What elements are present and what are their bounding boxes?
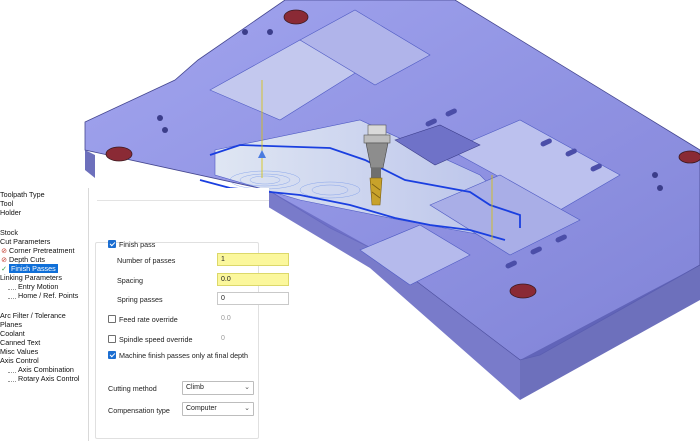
tree-item[interactable]: ⊘ Corner Pretreatment [0,246,75,255]
tree-item-label: Planes [0,320,22,329]
cutting-method-select[interactable]: Climb ⌄ [182,381,254,395]
tree-item-label: Tool [0,199,14,208]
spindle-speed-override-field: 0 [221,335,225,342]
tree-item[interactable]: Axis Control [0,356,39,365]
tree-item-label: Finish Passes [9,264,58,273]
tree-item-label: Depth Cuts [9,255,45,264]
tree-item[interactable]: Home / Ref. Points [6,291,78,300]
tree-item-label: Arc Filter / Tolerance [0,311,66,320]
tree-item-label: Cut Parameters [0,237,51,246]
tree-item-label: Misc Values [0,347,39,356]
tree-item-label: Corner Pretreatment [9,246,75,255]
feed-rate-override-label: Feed rate override [119,315,178,324]
final-depth-checkbox[interactable] [108,351,116,359]
tree-item-label: Coolant [0,329,25,338]
tree-item[interactable]: Arc Filter / Tolerance [0,311,66,320]
finish-pass-checkbox[interactable] [108,240,116,248]
tree-item[interactable]: Misc Values [0,347,38,356]
finish-passes-panel: Finish pass Number of passes 1 Spacing 0… [88,188,289,441]
spacing-field[interactable]: 0.0 [217,273,289,286]
compensation-type-select[interactable]: Computer ⌄ [182,402,254,416]
spindle-speed-override-label: Spindle speed override [119,335,193,344]
finish-pass-label: Finish pass [119,240,156,249]
tree-item[interactable]: Holder [0,208,21,217]
tree-item[interactable]: Tool [0,199,13,208]
tree-item-label: Stock [0,228,18,237]
tree-item-label: Canned Text [0,338,41,347]
tree-item[interactable]: Axis Combination [6,365,74,374]
tree-item[interactable]: Cut Parameters [0,237,50,246]
tree-item[interactable]: Entry Motion [6,282,58,291]
spacing-label: Spacing [117,276,143,285]
tree-item[interactable]: Canned Text [0,338,40,347]
chevron-down-icon: ⌄ [244,405,250,412]
final-depth-label: Machine finish passes only at final dept… [119,351,249,360]
tree-item[interactable]: Toolpath Type [0,190,45,199]
cutting-method-value: Climb [186,384,204,391]
part-left-edge-wall [85,150,95,178]
spindle-speed-override-checkbox[interactable] [108,335,116,343]
tree-connector [8,377,16,382]
cutting-method-label: Cutting method [108,384,157,393]
tree-item[interactable]: Planes [0,320,22,329]
compensation-type-label: Compensation type [108,406,170,415]
tree-connector [8,294,16,299]
tree-item[interactable]: Linking Parameters [0,273,62,282]
number-of-passes-label: Number of passes [117,256,176,265]
feed-rate-override-checkbox[interactable] [108,315,116,323]
tree-item-label: Axis Control [0,356,39,365]
number-of-passes-field[interactable]: 1 [217,253,289,266]
compensation-type-value: Computer [186,405,217,412]
panel-top-divider [97,188,269,201]
feed-rate-override-field: 0.0 [221,315,231,322]
spring-passes-label: Spring passes [117,295,163,304]
tree-item[interactable]: ✓ Finish Passes [0,264,58,273]
chevron-down-icon: ⌄ [244,384,250,391]
tree-item-label: Linking Parameters [0,273,62,282]
tree-connector [8,285,16,290]
spring-passes-field[interactable]: 0 [217,292,289,305]
tree-connector [8,368,16,373]
tree-item-label: Entry Motion [18,282,59,291]
tree-item-label: Axis Combination [18,365,74,374]
tree-item[interactable]: Coolant [0,329,25,338]
tree-item[interactable]: ⊘ Depth Cuts [0,255,45,264]
tree-item[interactable]: Stock [0,228,18,237]
tree-item-label: Toolpath Type [0,190,45,199]
tree-item-label: Holder [0,208,22,217]
tree-item-label: Home / Ref. Points [18,291,79,300]
tree-item[interactable]: Rotary Axis Control [6,374,80,383]
tree-item-label: Rotary Axis Control [18,374,80,383]
